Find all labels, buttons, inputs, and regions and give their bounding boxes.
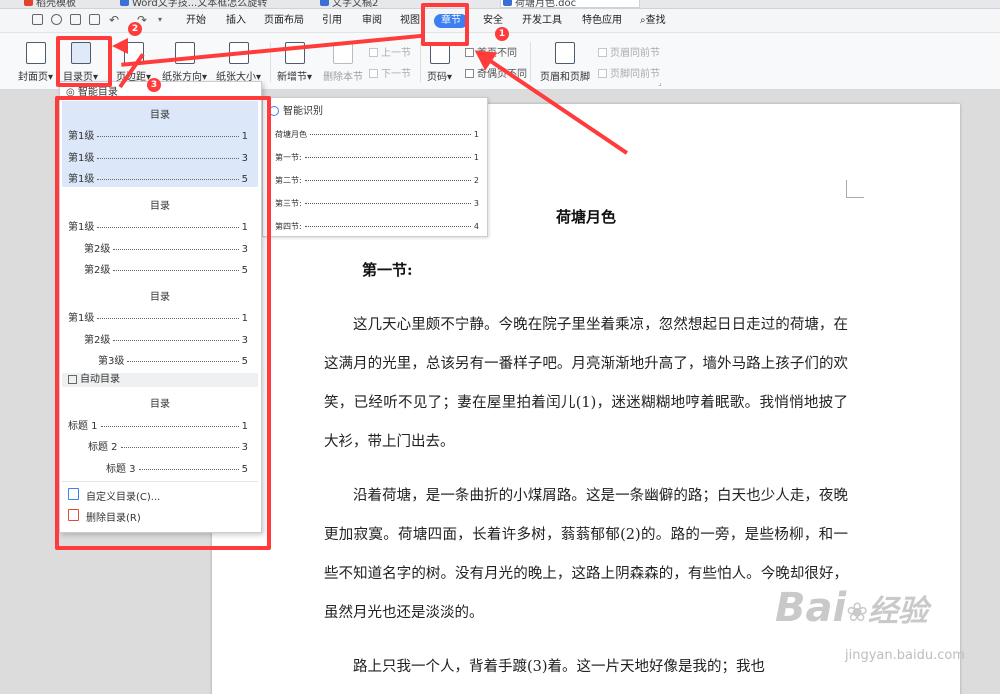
menu-view[interactable]: 视图 xyxy=(400,9,420,33)
doc-icon xyxy=(120,0,129,6)
section-heading: 第一节: xyxy=(362,261,413,279)
next-section-icon xyxy=(369,69,378,78)
list-item: 第四节: 4 xyxy=(275,222,479,231)
orientation-button[interactable]: 纸张方向▾ xyxy=(162,42,207,83)
print-preview-icon[interactable] xyxy=(89,14,100,25)
list-item: 第三节: 3 xyxy=(275,199,479,208)
delete-section-button[interactable]: 删除本节 xyxy=(323,42,363,83)
highlight-toc-dropdown xyxy=(55,96,271,550)
list-item: 第一节: 1 xyxy=(275,153,479,162)
output-pdf-icon[interactable] xyxy=(51,14,62,25)
prev-section-icon xyxy=(369,48,378,57)
paragraph: 路上只我一个人，背着手踱(3)着。这一片天地好像是我的；我也 xyxy=(353,659,766,675)
arrow-head xyxy=(112,38,128,54)
step-badge-3: 3 xyxy=(147,78,161,92)
page-number-button[interactable]: 页码▾ xyxy=(427,42,452,83)
save-icon[interactable] xyxy=(32,14,43,25)
menu-special[interactable]: 特色应用 xyxy=(582,9,622,33)
undo-icon[interactable]: ↶ xyxy=(109,13,119,27)
ribbon-expand-icon[interactable]: ⌟ xyxy=(658,78,662,87)
ribbon-divider xyxy=(420,42,421,82)
header-footer-icon xyxy=(555,42,575,64)
paper-size-button[interactable]: 纸张大小▾ xyxy=(216,42,261,83)
next-section-button[interactable]: 下一节 xyxy=(369,65,411,80)
list-item: 第二节: 2 xyxy=(275,176,479,185)
footer-same-as-previous-checkbox[interactable]: 页脚同前节 xyxy=(598,65,660,80)
menu-developer[interactable]: 开发工具 xyxy=(522,9,562,33)
prev-section-button[interactable]: 上一节 xyxy=(369,44,411,59)
print-icon[interactable] xyxy=(70,14,81,25)
smart-recognize-panel[interactable]: 智能识别 荷塘月色 1 第一节: 1 第二节: 2 第三节: 3 第四节: 4 xyxy=(262,97,488,237)
search-button[interactable]: ⌕查找 xyxy=(640,9,666,33)
title-tab-bar: 稻壳模板 Word文字技...文本框怎么旋转 文字文稿2 荷塘月色.doc xyxy=(0,0,1000,9)
menu-home[interactable]: 开始 xyxy=(186,9,206,33)
step-badge-1: 1 xyxy=(495,27,509,41)
step-badge-2: 2 xyxy=(128,22,142,36)
menu-review[interactable]: 审阅 xyxy=(362,9,382,33)
margin-corner-mark xyxy=(846,180,864,198)
paw-icon: ❀ xyxy=(846,598,868,628)
wps-icon xyxy=(24,0,33,6)
highlight-chapter-tab xyxy=(421,3,469,46)
menu-references[interactable]: 引用 xyxy=(322,9,342,33)
header-same-as-previous-checkbox[interactable]: 页眉同前节 xyxy=(598,44,660,59)
tab-docer-templates[interactable]: 稻壳模板 xyxy=(22,0,76,8)
highlight-toc-button xyxy=(56,36,112,87)
menu-page-layout[interactable]: 页面布局 xyxy=(264,9,304,33)
tab-doc2[interactable]: 文字文稿2 xyxy=(318,0,378,8)
paragraph: 沿着荷塘，是一条曲折的小煤屑路。这是一条幽僻的路；白天也少人走，夜晚更加寂寞。荷… xyxy=(324,488,848,621)
header-footer-button[interactable]: 页眉和页脚 xyxy=(540,42,590,83)
baidu-watermark: Bai❀经验 xyxy=(775,585,928,631)
cover-page-icon xyxy=(25,42,46,64)
menu-insert[interactable]: 插入 xyxy=(226,9,246,33)
ribbon-divider xyxy=(530,42,531,82)
doc-icon xyxy=(320,0,329,6)
watermark-url: jingyan.baidu.com xyxy=(845,648,965,663)
tab-lotus-moonlight[interactable]: 荷塘月色.doc xyxy=(500,0,640,8)
doc-icon xyxy=(503,0,512,6)
paragraph: 这几天心里颇不宁静。今晚在院子里坐着乘凉，忽然想起日日走过的荷塘，在这满月的光里… xyxy=(324,317,848,450)
list-item: 荷塘月色 1 xyxy=(275,130,479,139)
cover-page-button[interactable]: 封面页▾ xyxy=(18,42,53,83)
chevron-down-icon[interactable]: ▾ xyxy=(158,15,162,24)
tab-word-tips[interactable]: Word文字技...文本框怎么旋转 xyxy=(118,0,267,8)
smart-recognize-header: 智能识别 xyxy=(269,102,323,117)
